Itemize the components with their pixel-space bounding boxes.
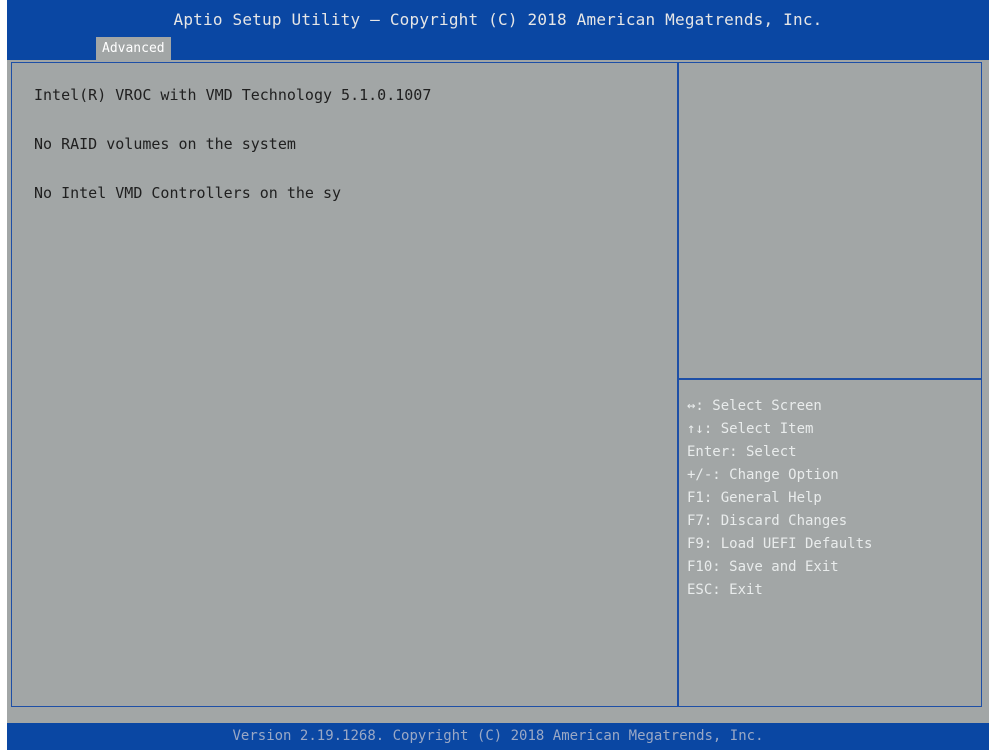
help-select-item: ↑↓: Select Item bbox=[687, 421, 814, 437]
vroc-version-text: Intel(R) VROC with VMD Technology 5.1.0.… bbox=[34, 86, 432, 104]
panel-divider-horizontal bbox=[679, 378, 981, 380]
main-panel: Intel(R) VROC with VMD Technology 5.1.0.… bbox=[11, 62, 982, 707]
help-save-exit: F10: Save and Exit bbox=[687, 559, 839, 575]
footer-version-text: Version 2.19.1268. Copyright (C) 2018 Am… bbox=[232, 728, 764, 744]
help-esc-exit: ESC: Exit bbox=[687, 582, 763, 598]
tab-advanced[interactable]: Advanced bbox=[96, 37, 171, 60]
footer-bar: Version 2.19.1268. Copyright (C) 2018 Am… bbox=[7, 723, 989, 750]
help-load-defaults: F9: Load UEFI Defaults bbox=[687, 536, 873, 552]
header-title: Aptio Setup Utility – Copyright (C) 2018… bbox=[173, 10, 823, 29]
help-select-screen: ↔: Select Screen bbox=[687, 398, 822, 414]
bios-screen: Aptio Setup Utility – Copyright (C) 2018… bbox=[7, 0, 989, 750]
help-general-help: F1: General Help bbox=[687, 490, 822, 506]
vmd-status-text: No Intel VMD Controllers on the sy bbox=[34, 184, 342, 202]
panel-divider-vertical bbox=[677, 63, 679, 706]
header-bar: Aptio Setup Utility – Copyright (C) 2018… bbox=[7, 0, 989, 60]
help-enter-select: Enter: Select bbox=[687, 444, 797, 460]
help-discard-changes: F7: Discard Changes bbox=[687, 513, 848, 529]
help-change-option: +/-: Change Option bbox=[687, 467, 839, 483]
raid-status-text: No RAID volumes on the system bbox=[34, 135, 296, 153]
